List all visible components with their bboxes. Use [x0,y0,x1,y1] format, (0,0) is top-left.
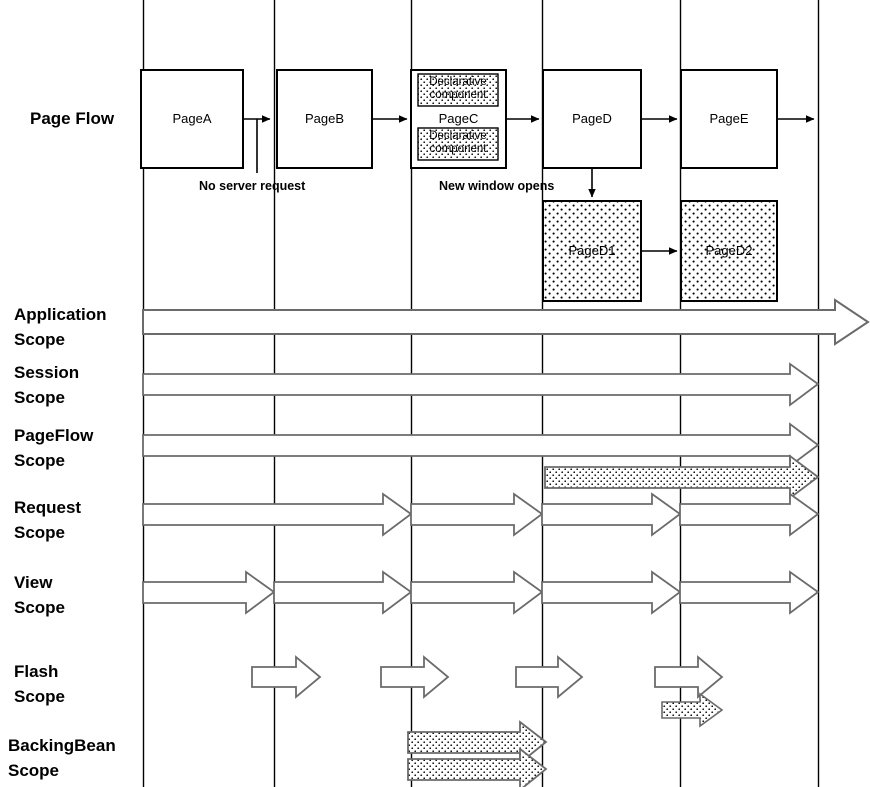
note-new-window-opens: New window opens [439,179,555,193]
row-label-page-flow: Page Flow [30,109,115,128]
scope-bar-pageflow-dotted[interactable] [544,454,820,500]
page-label-pagea: PageA [172,111,212,126]
row-label-backingbean-scope: BackingBean Scope [8,736,116,780]
row-label-session-scope: Session Scope [14,363,80,407]
row-label-request-scope: Request Scope [14,498,82,542]
row-label-view-scope: View Scope [14,573,66,617]
declarative-component-label-bottom: Declarative component [429,130,487,156]
scope-bar-view[interactable] [142,570,820,615]
page-label-pageb: PageB [304,111,345,126]
page-label-pagec: PageC [438,111,479,126]
scope-bar-flash[interactable] [251,655,724,699]
page-label-paged: PageD [572,111,612,126]
page-label-paged1: PageD1 [568,243,616,258]
row-label-pageflow-scope: PageFlow Scope [14,426,94,470]
scope-bar-flash-dotted[interactable] [661,692,724,728]
row-label-application-scope: Application Scope [14,305,107,349]
scope-bar-application[interactable] [142,298,870,346]
page-label-paged2: PageD2 [705,243,753,258]
note-no-server-request: No server request [199,179,306,193]
diagram-canvas: Page Flow Application Scope Session Scop… [0,0,870,787]
page-label-pagee: PageE [709,111,749,126]
scope-bar-pageflow[interactable] [142,422,820,468]
scope-bar-session[interactable] [142,362,820,407]
row-label-flash-scope: Flash Scope [14,662,66,706]
scope-bar-request[interactable] [142,492,820,537]
declarative-component-label-top: Declarative component [429,76,487,102]
scope-bar-backingbean[interactable] [407,720,548,787]
